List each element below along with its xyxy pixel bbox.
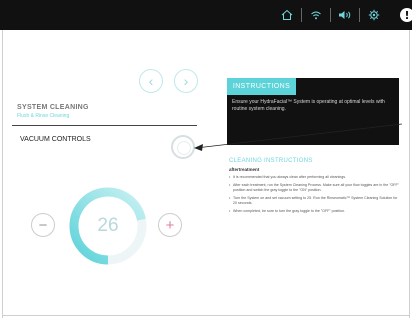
cleaning-steps: It is recommended that you always clean … [229,175,399,217]
list-item: It is recommended that you always clean … [229,175,399,180]
cleaning-instructions-title: CLEANING INSTRUCTIONS [229,158,313,164]
list-item: When completed, be sure to turn the gray… [229,209,399,214]
pointer-arrow [194,123,403,151]
list-item: Turn the System on and set vacuum settin… [229,196,399,206]
screen: ! ‹ › SYSTEM CLEANING Flush & Rinse Clea… [0,0,412,318]
list-item: After each treatment, run the System Cle… [229,183,399,193]
cleaning-instructions-subtitle: aftertreatment [229,167,260,172]
